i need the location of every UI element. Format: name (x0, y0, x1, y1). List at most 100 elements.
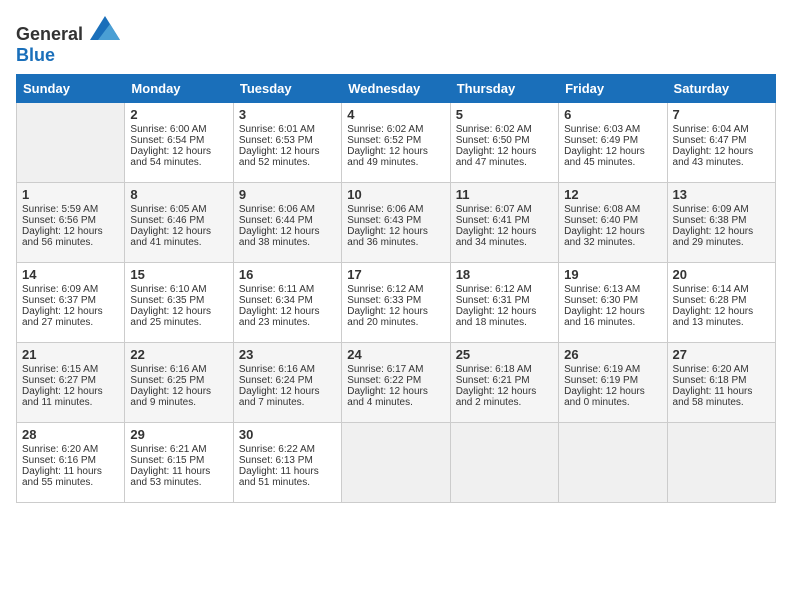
daylight-text: Daylight: 12 hours and 4 minutes. (347, 386, 428, 408)
calendar-cell: 30Sunrise: 6:22 AMSunset: 6:13 PMDayligh… (233, 423, 341, 503)
sunset-text: Sunset: 6:35 PM (130, 295, 204, 306)
calendar-cell: 26Sunrise: 6:19 AMSunset: 6:19 PMDayligh… (559, 343, 667, 423)
sunset-text: Sunset: 6:37 PM (22, 295, 96, 306)
calendar-cell: 28Sunrise: 6:20 AMSunset: 6:16 PMDayligh… (17, 423, 125, 503)
sunrise-text: Sunrise: 6:08 AM (564, 204, 640, 215)
weekday-header-thursday: Thursday (450, 75, 558, 103)
calendar-cell (667, 423, 775, 503)
day-number: 22 (130, 347, 227, 362)
daylight-text: Daylight: 11 hours and 51 minutes. (239, 466, 319, 488)
calendar-cell: 1Sunrise: 5:59 AMSunset: 6:56 PMDaylight… (17, 183, 125, 263)
sunset-text: Sunset: 6:49 PM (564, 135, 638, 146)
sunrise-text: Sunrise: 6:20 AM (673, 364, 749, 375)
calendar-cell: 19Sunrise: 6:13 AMSunset: 6:30 PMDayligh… (559, 263, 667, 343)
sunrise-text: Sunrise: 6:17 AM (347, 364, 423, 375)
calendar-cell: 25Sunrise: 6:18 AMSunset: 6:21 PMDayligh… (450, 343, 558, 423)
sunrise-text: Sunrise: 6:02 AM (347, 124, 423, 135)
sunrise-text: Sunrise: 6:11 AM (239, 284, 314, 295)
sunset-text: Sunset: 6:44 PM (239, 215, 313, 226)
calendar-cell: 22 Sunrise: 6:16 AMSunset: 6:25 PMDayligh… (125, 343, 233, 423)
daylight-text: Daylight: 12 hours and 54 minutes. (130, 146, 211, 168)
sunset-text: Sunset: 6:30 PM (564, 295, 638, 306)
day-number: 19 (564, 267, 661, 282)
day-number: 20 (673, 267, 770, 282)
daylight-text: Daylight: 12 hours and 20 minutes. (347, 306, 428, 328)
day-number: 18 (456, 267, 553, 282)
day-number: 12 (564, 187, 661, 202)
daylight-text: Daylight: 12 hours and 45 minutes. (564, 146, 645, 168)
sunset-text: Sunset: 6:43 PM (347, 215, 421, 226)
sunset-text: Sunset: 6:28 PM (673, 295, 747, 306)
weekday-header-sunday: Sunday (17, 75, 125, 103)
sunset-text: Sunset: 6:40 PM (564, 215, 638, 226)
day-number: 17 (347, 267, 444, 282)
calendar-week-3: 14Sunrise: 6:09 AMSunset: 6:37 PMDayligh… (17, 263, 776, 343)
weekday-header-wednesday: Wednesday (342, 75, 450, 103)
calendar-table: SundayMondayTuesdayWednesdayThursdayFrid… (16, 74, 776, 503)
sunset-text: Sunset: 6:33 PM (347, 295, 421, 306)
sunrise-text: Sunrise: 6:02 AM (456, 124, 532, 135)
calendar-cell: 15Sunrise: 6:10 AMSunset: 6:35 PMDayligh… (125, 263, 233, 343)
daylight-text: Daylight: 12 hours and 49 minutes. (347, 146, 428, 168)
day-number: 14 (22, 267, 119, 282)
sunrise-text: Sunrise: 6:13 AM (564, 284, 640, 295)
daylight-text: Daylight: 11 hours and 55 minutes. (22, 466, 102, 488)
calendar-cell: 20 Sunrise: 6:14 AMSunset: 6:28 PMDayligh… (667, 263, 775, 343)
daylight-text: Daylight: 12 hours and 27 minutes. (22, 306, 103, 328)
daylight-text: Daylight: 12 hours and 56 minutes. (22, 226, 103, 248)
calendar-cell: 12Sunrise: 6:08 AMSunset: 6:40 PMDayligh… (559, 183, 667, 263)
sunrise-text: Sunrise: 6:09 AM (22, 284, 98, 295)
calendar-cell: 5Sunrise: 6:02 AMSunset: 6:50 PMDaylight… (450, 103, 558, 183)
calendar-cell (559, 423, 667, 503)
calendar-week-4: 21Sunrise: 6:15 AMSunset: 6:27 PMDayligh… (17, 343, 776, 423)
sunset-text: Sunset: 6:54 PM (130, 135, 204, 146)
logo-icon (90, 16, 120, 40)
sunset-text: Sunset: 6:53 PM (239, 135, 313, 146)
calendar-cell: 13Sunrise: 6:09 AMSunset: 6:38 PMDayligh… (667, 183, 775, 263)
sunset-text: Sunset: 6:21 PM (456, 375, 530, 386)
calendar-cell: 6Sunrise: 6:03 AMSunset: 6:49 PMDaylight… (559, 103, 667, 183)
sunrise-text: Sunrise: 6:19 AM (564, 364, 640, 375)
sunrise-text: Sunrise: 6:14 AM (673, 284, 749, 295)
sunset-text: Sunset: 6:22 PM (347, 375, 421, 386)
day-number: 3 (239, 107, 336, 122)
sunset-text: Sunset: 6:27 PM (22, 375, 96, 386)
calendar-cell: 10Sunrise: 6:06 AMSunset: 6:43 PMDayligh… (342, 183, 450, 263)
weekday-header-monday: Monday (125, 75, 233, 103)
sunrise-text: Sunrise: 5:59 AM (22, 204, 98, 215)
sunset-text: Sunset: 6:47 PM (673, 135, 747, 146)
sunset-text: Sunset: 6:13 PM (239, 455, 313, 466)
day-number: 25 (456, 347, 553, 362)
calendar-cell: 18Sunrise: 6:12 AMSunset: 6:31 PMDayligh… (450, 263, 558, 343)
calendar-cell: 17Sunrise: 6:12 AMSunset: 6:33 PMDayligh… (342, 263, 450, 343)
calendar-cell (17, 103, 125, 183)
daylight-text: Daylight: 12 hours and 9 minutes. (130, 386, 211, 408)
daylight-text: Daylight: 12 hours and 13 minutes. (673, 306, 754, 328)
weekday-header-saturday: Saturday (667, 75, 775, 103)
sunrise-text: Sunrise: 6:16 AM (130, 364, 206, 375)
sunrise-text: Sunrise: 6:12 AM (456, 284, 532, 295)
day-number: 7 (673, 107, 770, 122)
day-number: 30 (239, 427, 336, 442)
sunset-text: Sunset: 6:38 PM (673, 215, 747, 226)
daylight-text: Daylight: 12 hours and 43 minutes. (673, 146, 754, 168)
daylight-text: Daylight: 11 hours and 53 minutes. (130, 466, 210, 488)
calendar-week-2: 1Sunrise: 5:59 AMSunset: 6:56 PMDaylight… (17, 183, 776, 263)
sunrise-text: Sunrise: 6:06 AM (239, 204, 315, 215)
sunset-text: Sunset: 6:56 PM (22, 215, 96, 226)
daylight-text: Daylight: 12 hours and 7 minutes. (239, 386, 320, 408)
calendar-cell: 29Sunrise: 6:21 AMSunset: 6:15 PMDayligh… (125, 423, 233, 503)
sunrise-text: Sunrise: 6:18 AM (456, 364, 532, 375)
sunrise-text: Sunrise: 6:03 AM (564, 124, 640, 135)
sunrise-text: Sunrise: 6:00 AM (130, 124, 206, 135)
sunset-text: Sunset: 6:25 PM (130, 375, 204, 386)
sunrise-text: Sunrise: 6:20 AM (22, 444, 98, 455)
calendar-week-1: 2Sunrise: 6:00 AMSunset: 6:54 PMDaylight… (17, 103, 776, 183)
day-number: 5 (456, 107, 553, 122)
logo-general-text: General (16, 24, 83, 44)
day-number: 4 (347, 107, 444, 122)
calendar-cell: 3Sunrise: 6:01 AMSunset: 6:53 PMDaylight… (233, 103, 341, 183)
sunrise-text: Sunrise: 6:06 AM (347, 204, 423, 215)
sunrise-text: Sunrise: 6:01 AM (239, 124, 315, 135)
calendar-cell: 16Sunrise: 6:11 AMSunset: 6:34 PMDayligh… (233, 263, 341, 343)
